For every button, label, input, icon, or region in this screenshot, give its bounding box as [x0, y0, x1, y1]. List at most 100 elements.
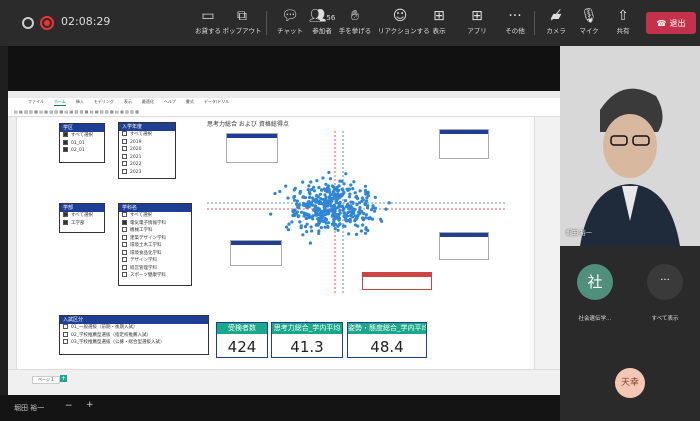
scatter-point [327, 195, 331, 199]
page-tab[interactable]: ページ 1 [32, 376, 60, 384]
scatter-point [286, 228, 290, 232]
scatter-point [330, 214, 334, 218]
scatter-point [307, 184, 311, 188]
tab-help[interactable]: ヘルプ [164, 98, 176, 106]
slicer-year[interactable]: 入学年度 すべて選択 2019 2020 2021 2022 2023 [118, 122, 176, 179]
more-button[interactable]: ··· その他 [493, 5, 537, 35]
slicer-item[interactable]: 環境土木工学科 [119, 242, 191, 250]
scatter-point [340, 179, 344, 183]
participant-tile[interactable]: 社 社会遺伝学… [560, 246, 630, 346]
scatter-point [312, 189, 316, 193]
scatter-point [347, 207, 351, 211]
slicer-faculty[interactable]: 学部 すべて選択 工学部 [59, 203, 105, 233]
slicer-item[interactable]: 環境食品化学科 [119, 249, 191, 258]
slicer-item[interactable]: 02_学校推薦型選抜（指定校推薦入試） [60, 331, 208, 340]
scatter-point [370, 217, 375, 221]
slicer-item[interactable]: すべて選択 [60, 212, 104, 220]
slicer-item[interactable]: 2020 [119, 146, 175, 154]
scatter-point [324, 182, 328, 186]
participant-tile[interactable]: 天幸 [560, 346, 700, 421]
add-page-button[interactable]: + [60, 375, 67, 382]
scatter-point [298, 220, 302, 224]
share-icon: ⇧ [617, 8, 629, 24]
shared-screen-top-margin [8, 46, 560, 91]
zoom-in-icon[interactable]: + [86, 400, 94, 410]
scatter-point [364, 213, 368, 217]
scatter-point [324, 195, 328, 200]
scatter-point [305, 230, 309, 234]
kpi-card: 思考力総合_学内平均 41.3 [271, 322, 343, 358]
scatter-point [348, 219, 352, 223]
tab-optimize[interactable]: 最適化 [142, 98, 154, 106]
scatter-point [286, 196, 290, 200]
slicer-item[interactable]: デザイン学科 [119, 257, 191, 265]
presenter-bar: 堀田 裕一 − + [0, 395, 560, 421]
scatter-point [297, 214, 301, 218]
scatter-point [319, 226, 323, 230]
pbi-titlebar [8, 91, 560, 98]
scatter-point [338, 209, 342, 213]
slicer-course[interactable]: 学区 すべて選択 01_01 02_01 [59, 123, 105, 163]
presenter-name: 堀田 裕一 [14, 404, 45, 412]
scatter-point [356, 196, 360, 201]
scatter-point [299, 224, 303, 228]
tab-format[interactable]: 書式 [186, 98, 194, 106]
filter-dropdown[interactable] [362, 272, 432, 290]
tab-file[interactable]: ファイル [28, 98, 44, 106]
slicer-item[interactable]: スポーツ健康学科 [119, 272, 191, 280]
teams-meeting-window: 02:08:29 ▭ お貸する ⧉ ポップアウト 💬︎ チャット 👥︎56 参加… [0, 0, 700, 421]
show-all-tile[interactable]: ··· すべて表示 [630, 246, 700, 346]
slicer-entry-type[interactable]: 入試区分 01_一般選抜（前期・後期入試） 02_学校推薦型選抜（指定校推薦入試… [59, 315, 209, 355]
scatter-point [371, 204, 375, 208]
slicer-item[interactable]: すべて選択 [119, 131, 175, 139]
scatter-point [344, 172, 348, 176]
slicer-item[interactable]: すべて選択 [60, 132, 104, 140]
slicer-item[interactable]: 2019 [119, 138, 175, 147]
leave-button[interactable]: ☎ 退出 [646, 12, 696, 34]
slicer-item[interactable]: 経営管理学科 [119, 264, 191, 273]
tab-data-drill[interactable]: データ/ドリル [204, 98, 229, 106]
toolbar-divider [266, 11, 267, 35]
more-icon: ··· [647, 264, 683, 300]
tab-modeling[interactable]: モデリング [94, 98, 114, 106]
scatter-point [341, 207, 346, 211]
slicer-item[interactable]: すべて選択 [119, 212, 191, 220]
scatter-point [327, 209, 331, 213]
tab-home[interactable]: ホーム [54, 98, 66, 106]
zoom-out-icon[interactable]: − [65, 401, 73, 411]
scatter-point [306, 214, 311, 218]
scatter-point [306, 188, 310, 192]
scatter-point [369, 208, 374, 212]
slicer-item[interactable]: 電気電子情報学科 [119, 219, 191, 228]
scatter-point [331, 190, 335, 194]
slicer-item[interactable]: 01_一般選抜（前期・後期入試） [60, 324, 208, 332]
scatter-point [304, 204, 308, 208]
scatter-point [349, 204, 353, 208]
scatter-point [329, 199, 333, 203]
slicer-item[interactable]: 建築デザイン学科 [119, 234, 191, 243]
scatter-point [349, 183, 353, 187]
scatter-point [317, 216, 321, 221]
slicer-item[interactable]: 01_01 [60, 139, 104, 148]
slicer-item[interactable]: 2023 [119, 168, 175, 177]
raise-hand-button[interactable]: ✋︎ 手を挙げる [333, 5, 377, 35]
reaction-button[interactable]: ☺ リアクションする [378, 5, 430, 35]
pbi-ribbon: ▤ ▦ ▧ ▨ ▩ ▤ ▦ ▧ ▨ ▩ ▤ ▦ ▧ ▨ ▩ ▤ ▦ ▧ ▨ ▩ … [8, 106, 560, 117]
slicer-item[interactable]: 02_01 [60, 147, 104, 155]
slicer-item[interactable]: 機械工学科 [119, 227, 191, 235]
quadrant-table [230, 240, 282, 266]
popout-button[interactable]: ⧉ ポップアウト [220, 5, 264, 35]
scatter-point [344, 217, 348, 221]
scatter-point [334, 216, 339, 220]
share-button[interactable]: ⇧ 共有 [601, 5, 645, 35]
slicer-department[interactable]: 学科名 すべて選択 電気電子情報学科 機械工学科 建築デザイン学科 環境土木工学… [118, 203, 192, 286]
slicer-item[interactable]: 2021 [119, 153, 175, 162]
slicer-item[interactable]: 工学部 [60, 219, 104, 228]
speaker-video: 堀田 裕一 [560, 46, 700, 246]
slicer-item[interactable]: 03_学校推薦型選抜（公募・総合型選抜入試） [60, 339, 208, 347]
scatter-point [351, 201, 355, 205]
slicer-item[interactable]: 2022 [119, 161, 175, 169]
tab-view[interactable]: 表示 [124, 98, 132, 106]
tab-insert[interactable]: 挿入 [76, 98, 84, 106]
report-canvas: 学区 すべて選択 01_01 02_01 入学年度 すべて選択 2019 202… [19, 119, 529, 369]
